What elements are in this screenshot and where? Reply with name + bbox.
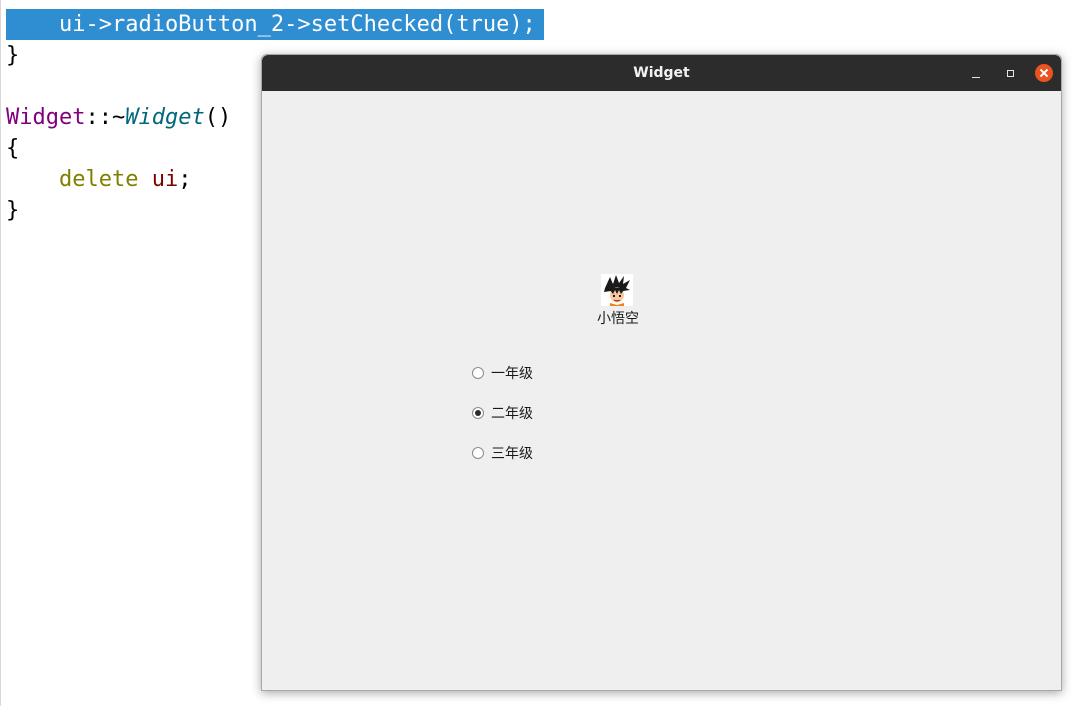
window-content: 小悟空 一年级 二年级 三年级 [262,91,1061,690]
keyword-token: delete [58,167,139,192]
avatar-label: 小悟空 [597,311,639,327]
code-line[interactable]: } [6,195,19,226]
code-line-delete[interactable]: delete ui; [6,164,191,195]
class-name-token: Widget [6,105,86,130]
radio-indicator[interactable] [472,367,484,379]
radio-label[interactable]: 一年级 [491,363,533,383]
semicolon-token: ; [178,167,192,192]
minimize-icon [972,76,980,78]
minimize-button[interactable] [966,63,986,83]
variable-token: ui [151,167,179,192]
maximize-button[interactable] [1000,63,1020,83]
radio-indicator-checked[interactable] [472,407,484,419]
function-name-token: Widget [125,105,205,130]
radio-grade-1[interactable]: 一年级 [472,363,533,383]
close-button[interactable] [1034,63,1054,83]
code-line-destructor[interactable]: Widget::~Widget() [6,102,231,133]
goku-avatar-icon [601,274,633,306]
code-line[interactable]: { [6,133,19,164]
code-line[interactable]: } [6,40,19,71]
radio-grade-3[interactable]: 三年级 [472,443,533,463]
widget-window[interactable]: Widget 小悟空 一年级 二年级 三年级 [261,54,1062,691]
radio-label[interactable]: 二年级 [491,403,533,423]
parens-token: () [204,105,232,130]
maximize-icon [1006,69,1014,77]
indent-token [6,167,59,192]
radio-grade-2[interactable]: 二年级 [472,403,533,423]
window-titlebar[interactable]: Widget [262,55,1061,91]
code-line-selected[interactable]: ui->radioButton_2->setChecked(true); [6,9,544,40]
close-icon [1035,64,1053,82]
scope-token: ::~ [85,105,126,130]
radio-indicator[interactable] [472,447,484,459]
window-title: Widget [633,65,690,81]
radio-label[interactable]: 三年级 [491,443,533,463]
